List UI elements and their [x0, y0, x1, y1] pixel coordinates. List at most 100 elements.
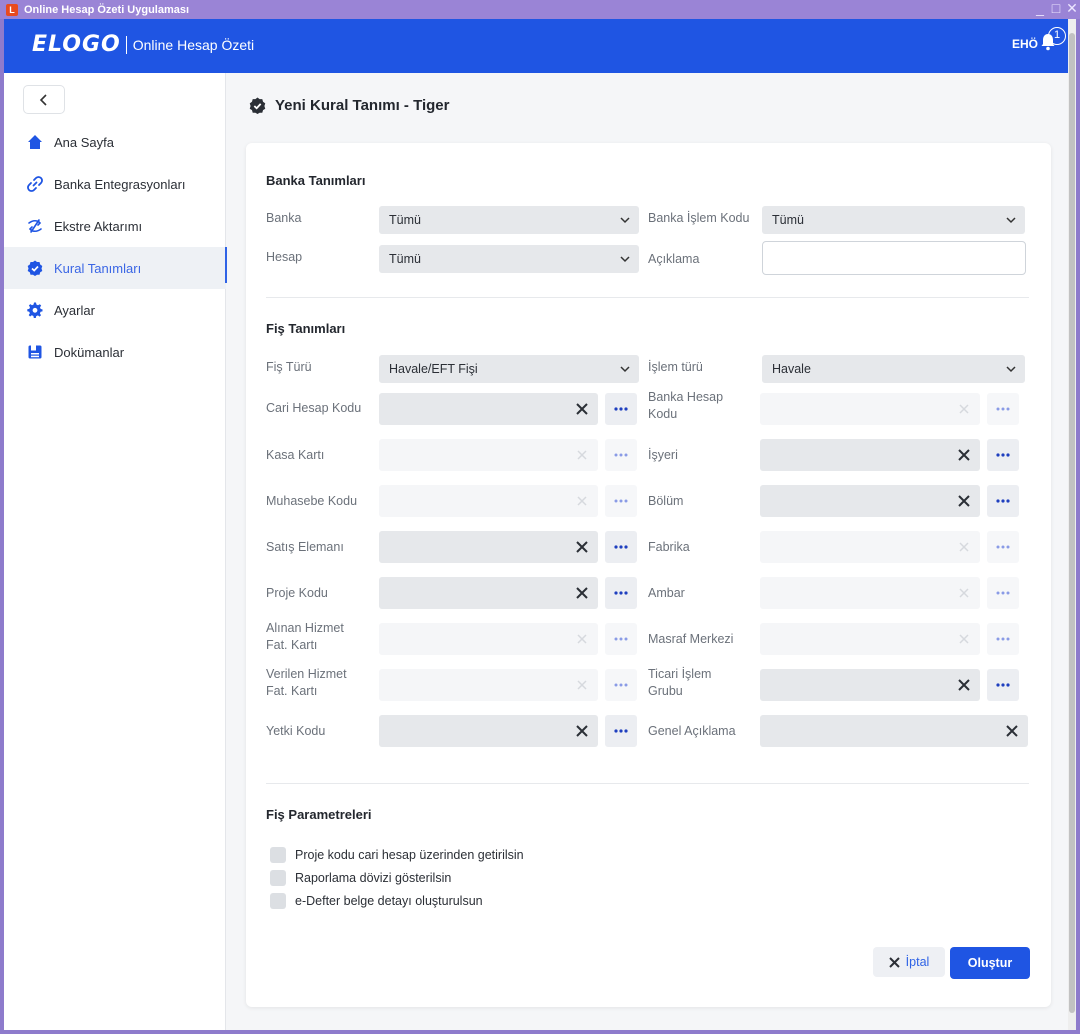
app-icon: L: [6, 3, 18, 16]
param-option-e-defter[interactable]: e-Defter belge detayı oluşturulsun: [270, 893, 483, 909]
checkbox[interactable]: [270, 847, 286, 863]
user-initials[interactable]: EHÖ: [1012, 37, 1038, 51]
cancel-button[interactable]: İptal: [873, 947, 945, 977]
satis-elemani-lookup-button[interactable]: [605, 531, 637, 563]
clear-icon: [577, 634, 587, 644]
ticari-islem-grubu-lookup-button[interactable]: [987, 669, 1019, 701]
create-button[interactable]: Oluştur: [950, 947, 1030, 979]
yetki-kodu-field[interactable]: [379, 715, 598, 747]
checkbox[interactable]: [270, 893, 286, 909]
banka-select-value: Tümü: [389, 213, 421, 227]
chevron-left-icon: [39, 93, 47, 106]
sidebar-item-label: Ekstre Aktarımı: [54, 218, 143, 234]
notification-badge[interactable]: 1: [1048, 27, 1066, 45]
link-icon: [27, 176, 43, 192]
isyeri-field[interactable]: [760, 439, 980, 471]
param-option-proje-kodu[interactable]: Proje kodu cari hesap üzerinden getirils…: [270, 847, 524, 863]
more-icon: [614, 407, 628, 411]
clear-icon[interactable]: [575, 586, 589, 600]
logo[interactable]: ELOGO Online Hesap Özeti: [32, 32, 254, 57]
ambar-label: Ambar: [648, 586, 685, 600]
muhasebe-kodu-lookup-button: [605, 485, 637, 517]
cari-hesap-kodu-lookup-button[interactable]: [605, 393, 637, 425]
banka-select[interactable]: Tümü: [379, 206, 639, 234]
clear-icon[interactable]: [575, 724, 589, 738]
param-option-raporlama-dovizi[interactable]: Raporlama dövizi gösterilsin: [270, 870, 451, 886]
more-icon: [996, 683, 1010, 687]
sidebar-nav: Ana Sayfa Banka Entegrasyonları Ekstre A…: [4, 121, 227, 373]
proje-kodu-lookup-button[interactable]: [605, 577, 637, 609]
clear-icon[interactable]: [1005, 724, 1019, 738]
close-button[interactable]: ✕: [1066, 0, 1078, 17]
more-icon: [614, 453, 628, 457]
bolum-field[interactable]: [760, 485, 980, 517]
sidebar-item-label: Kural Tanımları: [54, 260, 142, 276]
sidebar-item-banka-entegrasyonlari[interactable]: Banka Entegrasyonları: [4, 163, 226, 205]
hesap-select[interactable]: Tümü: [379, 245, 639, 273]
isyeri-label: İşyeri: [648, 448, 678, 462]
sidebar-item-ana-sayfa[interactable]: Ana Sayfa: [4, 121, 226, 163]
fabrika-label: Fabrika: [648, 540, 690, 554]
logo-mark: ELOGO: [32, 32, 121, 57]
checkbox-label: Raporlama dövizi gösterilsin: [295, 871, 452, 885]
yetki-kodu-lookup-button[interactable]: [605, 715, 637, 747]
fis-turu-select[interactable]: Havale/EFT Fişi: [379, 355, 639, 383]
clear-icon[interactable]: [957, 494, 971, 508]
muhasebe-kodu-label: Muhasebe Kodu: [266, 494, 358, 508]
minimize-button[interactable]: _: [1034, 0, 1046, 17]
home-icon: [27, 134, 43, 150]
sidebar-item-label: Ayarlar: [54, 302, 95, 318]
sidebar-item-ekstre-aktarimi[interactable]: Ekstre Aktarımı: [4, 205, 226, 247]
chevron-down-icon: [620, 217, 630, 224]
proje-kodu-field[interactable]: [379, 577, 598, 609]
clear-icon: [577, 496, 587, 506]
document-icon: [27, 344, 43, 360]
isyeri-lookup-button[interactable]: [987, 439, 1019, 471]
genel-aciklama-label: Genel Açıklama: [648, 724, 736, 738]
clear-icon: [577, 450, 587, 460]
fis-section-title: Fiş Tanımları: [266, 321, 346, 336]
satis-elemani-label: Satış Elemanı: [266, 540, 344, 554]
window-titlebar: L Online Hesap Özeti Uygulaması _ □ ✕: [0, 0, 1080, 19]
more-icon: [996, 407, 1010, 411]
satis-elemani-field[interactable]: [379, 531, 598, 563]
maximize-button[interactable]: □: [1050, 0, 1062, 17]
alinan-hizmet-label: Alınan Hizmet Fat. Kartı: [266, 621, 344, 652]
scrollbar-thumb[interactable]: [1069, 33, 1075, 1013]
clear-icon[interactable]: [575, 402, 589, 416]
vertical-scrollbar[interactable]: [1068, 19, 1076, 1030]
proje-kodu-label: Proje Kodu: [266, 586, 328, 600]
sidebar-item-dokumanlar[interactable]: Dokümanlar: [4, 331, 226, 373]
banka-hesap-kodu-label: Banka Hesap Kodu: [648, 390, 724, 421]
clear-icon[interactable]: [575, 540, 589, 554]
cari-hesap-kodu-label: Cari Hesap Kodu: [266, 401, 362, 415]
aciklama-input[interactable]: [762, 241, 1026, 275]
sidebar-item-ayarlar[interactable]: Ayarlar: [4, 289, 226, 331]
banka-label: Banka: [266, 211, 302, 225]
sidebar-item-kural-tanimlari[interactable]: Kural Tanımları: [4, 247, 227, 289]
masraf-merkezi-field: [760, 623, 980, 655]
logo-separator: [125, 35, 127, 54]
genel-aciklama-field[interactable]: [760, 715, 1028, 747]
transfer-icon: [27, 218, 43, 234]
muhasebe-kodu-field: [379, 485, 598, 517]
chevron-down-icon: [1006, 217, 1016, 224]
app-header: ELOGO Online Hesap Özeti EHÖ 1: [4, 19, 1076, 73]
verilen-hizmet-field: [379, 669, 598, 701]
clear-icon[interactable]: [957, 678, 971, 692]
verified-icon: [27, 260, 43, 276]
cancel-button-label: İptal: [905, 955, 930, 969]
ticari-islem-grubu-field[interactable]: [760, 669, 980, 701]
clear-icon[interactable]: [957, 448, 971, 462]
more-icon: [996, 545, 1010, 549]
sidebar-item-label: Ana Sayfa: [54, 134, 114, 150]
bolum-lookup-button[interactable]: [987, 485, 1019, 517]
close-icon: [888, 956, 900, 968]
islem-turu-select[interactable]: Havale: [762, 355, 1025, 383]
collapse-sidebar-button[interactable]: [23, 85, 65, 114]
checkbox[interactable]: [270, 870, 286, 886]
banka-islem-kodu-select[interactable]: Tümü: [762, 206, 1025, 234]
cari-hesap-kodu-field[interactable]: [379, 393, 598, 425]
ambar-lookup-button: [987, 577, 1019, 609]
more-icon: [614, 591, 628, 595]
